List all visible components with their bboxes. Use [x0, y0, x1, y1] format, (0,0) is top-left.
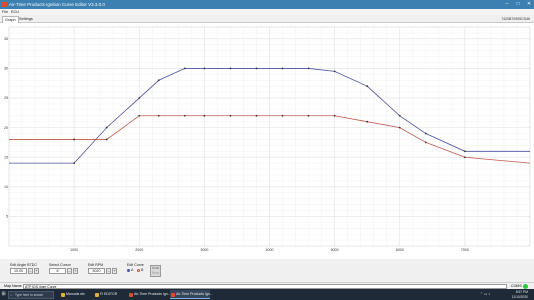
y-tick-label: 30 [4, 67, 8, 71]
curve-point-b [229, 114, 232, 117]
taskbar-app-label: Air-Time Products Ign... [134, 292, 171, 296]
taskbar-app-label: FI EDITOR [100, 292, 118, 296]
y-tick-label: 15 [4, 155, 8, 159]
start-windows-icon[interactable]: ⊞ [2, 289, 6, 300]
search-icon: ⌕ [10, 292, 13, 297]
select-cursor-label: Select Cursor [49, 263, 71, 267]
angle-decrease-button[interactable]: – [28, 268, 33, 274]
edit-rpm-label: Edit RPM [88, 263, 104, 267]
y-tick-label: 35 [4, 37, 8, 41]
taskbar-app-manuals[interactable]: Manuals etc [60, 290, 92, 299]
angle-increase-button[interactable]: + [34, 268, 39, 274]
curve-point-a [366, 85, 369, 88]
edit-curve-label: Edit Curve [127, 263, 144, 267]
curve-point-a [203, 67, 206, 70]
undo-button[interactable]: Undo Redo [150, 265, 161, 277]
x-tick-label: 2000 [135, 248, 143, 252]
taskbar-search-input[interactable]: ⌕ Type here to search [8, 290, 54, 299]
search-placeholder: Type here to search [15, 292, 44, 297]
minimize-button[interactable]: – [502, 0, 512, 9]
x-tick-label: 1000 [70, 248, 78, 252]
x-tick-label: 5000 [331, 248, 339, 252]
tray-icons[interactable]: ⌃ ▭ ♪ [480, 289, 490, 300]
taskbar-app-label: Air-Time Products Ign... [176, 292, 213, 296]
curve-point-b [307, 114, 310, 117]
status-bar: Map Name ATP IDS 4mm Curve COMS [0, 282, 534, 289]
x-tick-label: 3000 [200, 248, 208, 252]
taskbar-app-curve-editor-2[interactable]: Air-Time Products Ign... [170, 290, 213, 299]
clock-date: 11/10/2020 [511, 294, 528, 299]
curve-point-a [157, 79, 160, 82]
redo-label: Redo [151, 271, 160, 275]
curve-point-b [281, 114, 284, 117]
taskbar: ⊞ ⌕ Type here to search Manuals etc FI E… [0, 289, 534, 300]
curve-point-a [398, 114, 401, 117]
curve-point-b [424, 141, 427, 144]
graph-panel: 1000 2000 3000 4000 5000 6000 7000 5 10 15 20 25 30 3… [0, 23, 534, 259]
cursor-decrease-button[interactable]: – [67, 268, 72, 274]
app-icon [2, 2, 7, 7]
close-button[interactable]: ✕ [524, 0, 534, 9]
curve-point-b [255, 114, 258, 117]
rpm-decrease-button[interactable]: – [106, 268, 111, 274]
cursor-increase-button[interactable]: + [73, 268, 78, 274]
folder-icon [61, 292, 65, 297]
taskbar-clock[interactable]: 8:57 PM 11/10/2020 [512, 289, 528, 300]
curve-point-a [105, 126, 108, 129]
select-cursor-input[interactable]: 8 [49, 268, 66, 274]
curve-point-b [105, 138, 108, 141]
edit-controls: Edit Angle BTDC 10.00 – + Select Cursor … [0, 259, 534, 282]
curve-a-radio[interactable] [127, 269, 130, 272]
title-bar: Air-Time Products Ignition Curve Editor … [0, 0, 534, 9]
taskbar-app-label: Manuals etc [66, 292, 85, 296]
y-tick-label: 10 [4, 185, 8, 189]
y-tick-label: 20 [4, 126, 8, 130]
curve-point-b [138, 114, 141, 117]
curve-point-a [424, 132, 427, 135]
curve-point-b [333, 114, 336, 117]
curve-point-a [229, 67, 232, 70]
curve-a-label: A [131, 268, 134, 273]
taskbar-app-curve-editor-1[interactable]: Air-Time Products Ign... [128, 290, 171, 299]
window-title: Air-Time Products Ignition Curve Editor … [9, 2, 105, 7]
curve-point-b [366, 120, 369, 123]
edit-angle-label: Edit Angle BTDC [10, 263, 37, 267]
edit-angle-input[interactable]: 10.00 [10, 268, 27, 274]
curve-point-b [73, 138, 76, 141]
x-tick-label: 7000 [461, 248, 469, 252]
curve-point-b [463, 156, 466, 159]
curve-b-label: B [141, 268, 144, 273]
curve-point-a [281, 67, 284, 70]
curve-point-a [73, 162, 76, 165]
curve-point-b [183, 114, 186, 117]
curve-point-a [333, 70, 336, 73]
tab-strip: Graph Settings 7420B70905CD46 [0, 15, 534, 23]
curve-point-a [255, 67, 258, 70]
curve-point-a [463, 150, 466, 153]
taskbar-app-fi-editor[interactable]: FI EDITOR [94, 290, 126, 299]
app-icon [171, 292, 175, 297]
curve-point-b [203, 114, 206, 117]
folder-icon [95, 292, 99, 297]
y-tick-label: 5 [6, 215, 8, 219]
curve-point-a [138, 97, 141, 99]
rpm-increase-button[interactable]: + [112, 268, 117, 274]
curve-point-a [183, 67, 186, 70]
tab-settings[interactable]: Settings [17, 16, 35, 23]
x-tick-label: 4000 [266, 248, 274, 252]
app-icon [129, 292, 133, 297]
y-tick-label: 25 [4, 96, 8, 100]
ignition-curve-chart[interactable]: 1000 2000 3000 4000 5000 6000 7000 5 10 15 20 25 30 3… [0, 23, 534, 259]
curve-b-radio[interactable] [137, 269, 140, 272]
curve-point-b [398, 126, 401, 129]
x-tick-label: 6000 [396, 248, 404, 252]
edit-rpm-input[interactable]: 5020 [88, 268, 105, 274]
device-serial: 7420B70905CD46 [501, 17, 530, 21]
maximize-button[interactable]: □ [513, 0, 523, 9]
curve-point-b [157, 114, 160, 117]
curve-point-a [307, 67, 310, 70]
